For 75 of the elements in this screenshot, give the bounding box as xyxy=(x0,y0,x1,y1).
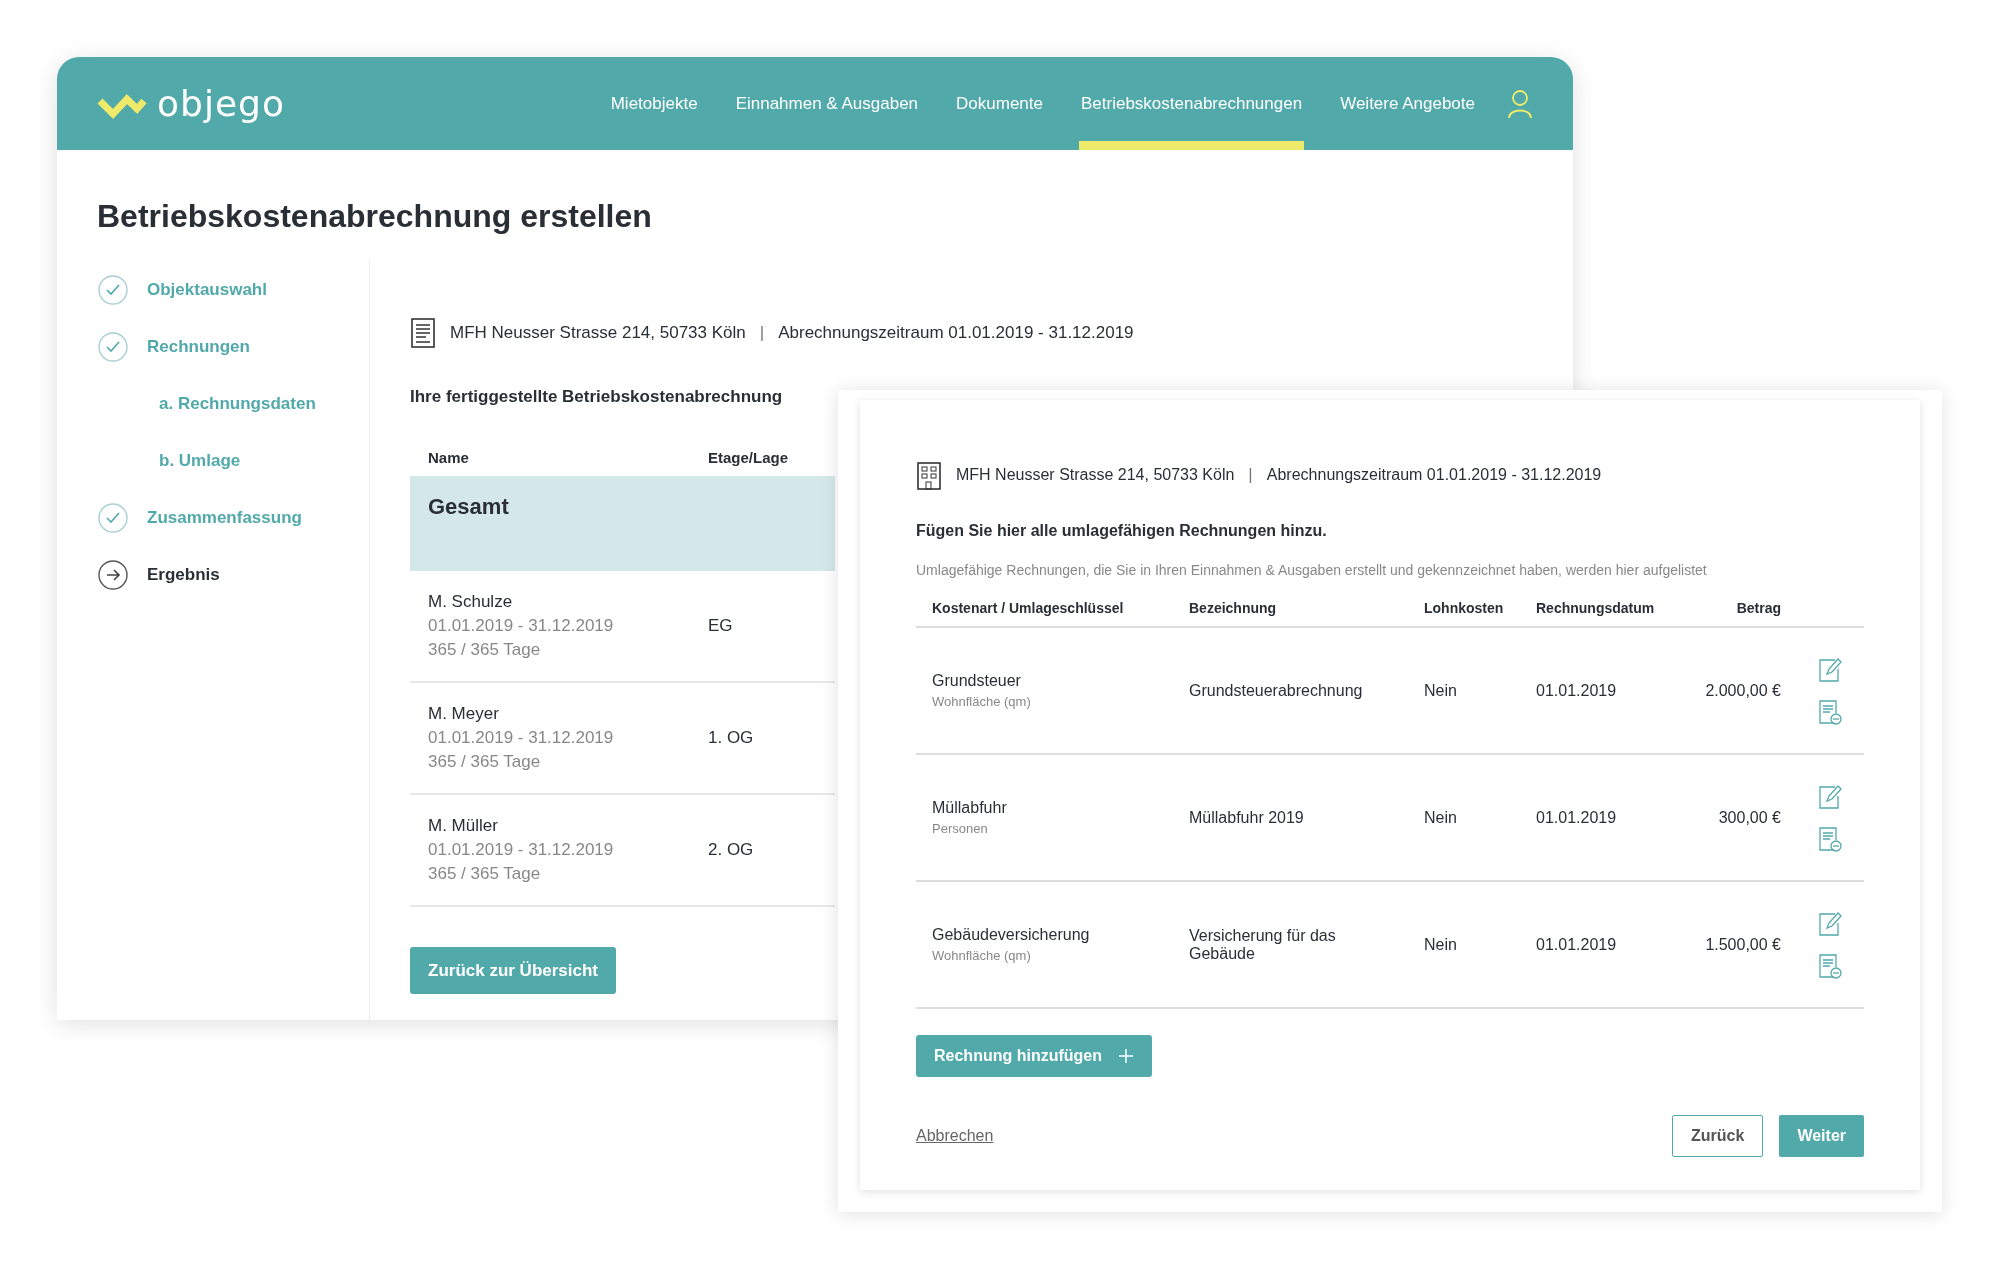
wages-cell-text: Nein xyxy=(1424,681,1458,700)
step-link[interactable]: Rechnungen xyxy=(147,336,250,357)
edit-icon[interactable] xyxy=(1818,783,1842,810)
floor-cell-text: 2. OG xyxy=(708,840,755,860)
tenant-days: 365 / 365 Tage xyxy=(428,864,708,884)
step-link[interactable]: Ergebnis xyxy=(147,564,220,585)
document-icon xyxy=(410,317,436,349)
tenant-period: 01.01.2019 - 31.12.2019 xyxy=(428,728,615,748)
wages-cell-text: Nein xyxy=(1424,808,1458,827)
amount-cell-text: 2.000,00 € xyxy=(1704,681,1781,700)
edit-icon[interactable] xyxy=(1818,656,1842,683)
allocation-key: Personen xyxy=(932,821,1189,836)
property-address: MFH Neusser Strasse 214, 50733 Köln xyxy=(450,323,746,343)
next-button[interactable]: Weiter xyxy=(1779,1115,1864,1157)
column-header: Betrag xyxy=(1735,600,1781,616)
column-header: Etage/Lage xyxy=(708,449,790,466)
column-header: Kostenart / Umlageschlüssel xyxy=(932,600,1125,616)
page-title: Betriebskostenabrechnung erstellen xyxy=(97,198,653,235)
dialog-heading: Fügen Sie hier alle umlagefähigen Rechnungen hinzu. xyxy=(916,522,1328,540)
edit-icon[interactable] xyxy=(1818,910,1842,937)
tenant-name: M. Meyer xyxy=(428,704,500,724)
tenant-days: 365 / 365 Tage xyxy=(428,640,708,660)
back-button[interactable]: Zurück xyxy=(1672,1115,1764,1157)
invoice-name: Müllabfuhr 2019 xyxy=(1189,808,1305,827)
floor-cell-text: 1. OG xyxy=(708,728,755,748)
tenant-period: 01.01.2019 - 31.12.2019 xyxy=(428,840,615,860)
back-to-overview-button[interactable]: Zurück zur Übersicht xyxy=(410,947,617,994)
date-cell-text: 01.01.2019 xyxy=(1536,681,1618,700)
cost-type: Müllabfuhr xyxy=(932,799,1008,817)
date-cell-text: 01.01.2019 xyxy=(1536,935,1618,954)
nav-tab[interactable]: Dokumente xyxy=(954,57,1045,150)
separator-text: | xyxy=(759,323,765,343)
column-header: Lohnkosten xyxy=(1424,600,1505,616)
cost-type: Gebäudeversicherung xyxy=(932,926,1091,944)
allocation-key: Wohnfläche (qm) xyxy=(932,694,1189,709)
column-header: Rechnungsdatum xyxy=(1536,600,1656,616)
cancel-link[interactable]: Abbrechen xyxy=(916,1127,994,1145)
step-link[interactable]: Objektauswahl xyxy=(147,279,267,300)
separator-text: | xyxy=(1248,465,1253,485)
document-remove-icon[interactable] xyxy=(1818,698,1842,725)
billing-period: Abrechnungszeitraum 01.01.2019 - 31.12.2019 xyxy=(1266,466,1602,484)
nav-tab[interactable]: Weitere Angebote xyxy=(1338,57,1477,150)
plus-icon xyxy=(1118,1048,1134,1064)
tenant-period: 01.01.2019 - 31.12.2019 xyxy=(428,616,615,636)
cost-type: Grundsteuer xyxy=(932,672,1022,690)
dialog-description: Umlagefähige Rechnungen, die Sie in Ihren Einnahmen & Ausgaben erstellt und gekennzeichnet haben, werden hier aufgelistet xyxy=(916,562,1708,578)
date-cell-text: 01.01.2019 xyxy=(1536,808,1618,827)
tenant-days: 365 / 365 Tage xyxy=(428,752,708,772)
column-header: Bezeichnung xyxy=(1189,600,1278,616)
nav-tab[interactable]: Einnahmen & Ausgaben xyxy=(733,57,921,150)
invoice-name: Grundsteuerabrechnung xyxy=(1189,681,1364,700)
billing-period: Abrechnungszeitraum 01.01.2019 - 31.12.2019 xyxy=(778,323,1134,343)
section-title: Ihre fertiggestellte Betriebskostenabrechnung xyxy=(410,387,784,407)
allocation-key: Wohnfläche (qm) xyxy=(932,948,1189,963)
document-remove-icon[interactable] xyxy=(1818,825,1842,852)
building-icon xyxy=(916,460,942,490)
user-icon[interactable] xyxy=(1507,88,1533,119)
document-remove-icon[interactable] xyxy=(1818,952,1842,979)
amount-cell-text: 300,00 € xyxy=(1717,808,1781,827)
tenant-name: M. Schulze xyxy=(428,592,514,612)
column-header: Name xyxy=(428,449,470,466)
tenant-name: M. Müller xyxy=(428,816,499,836)
substep-link[interactable]: a. Rechnungsdaten xyxy=(97,375,369,432)
total-label: Gesamt xyxy=(428,494,509,519)
amount-cell-text: 1.500,00 € xyxy=(1704,935,1781,954)
logo-text: objego xyxy=(157,83,285,124)
invoice-name: Versicherung für das Gebäude xyxy=(1189,926,1337,963)
step-link[interactable]: Zusammenfassung xyxy=(147,507,302,528)
substep-link[interactable]: b. Umlage xyxy=(97,432,369,489)
add-invoice-button[interactable]: Rechnung hinzufügen xyxy=(916,1035,1152,1077)
wages-cell-text: Nein xyxy=(1424,935,1458,954)
floor-cell-text: EG xyxy=(708,616,734,636)
property-address: MFH Neusser Strasse 214, 50733 Köln xyxy=(956,466,1235,484)
nav-tab[interactable]: Betriebskostenabrechnungen xyxy=(1079,57,1305,150)
nav-tab[interactable]: Mietobjekte xyxy=(608,57,700,150)
